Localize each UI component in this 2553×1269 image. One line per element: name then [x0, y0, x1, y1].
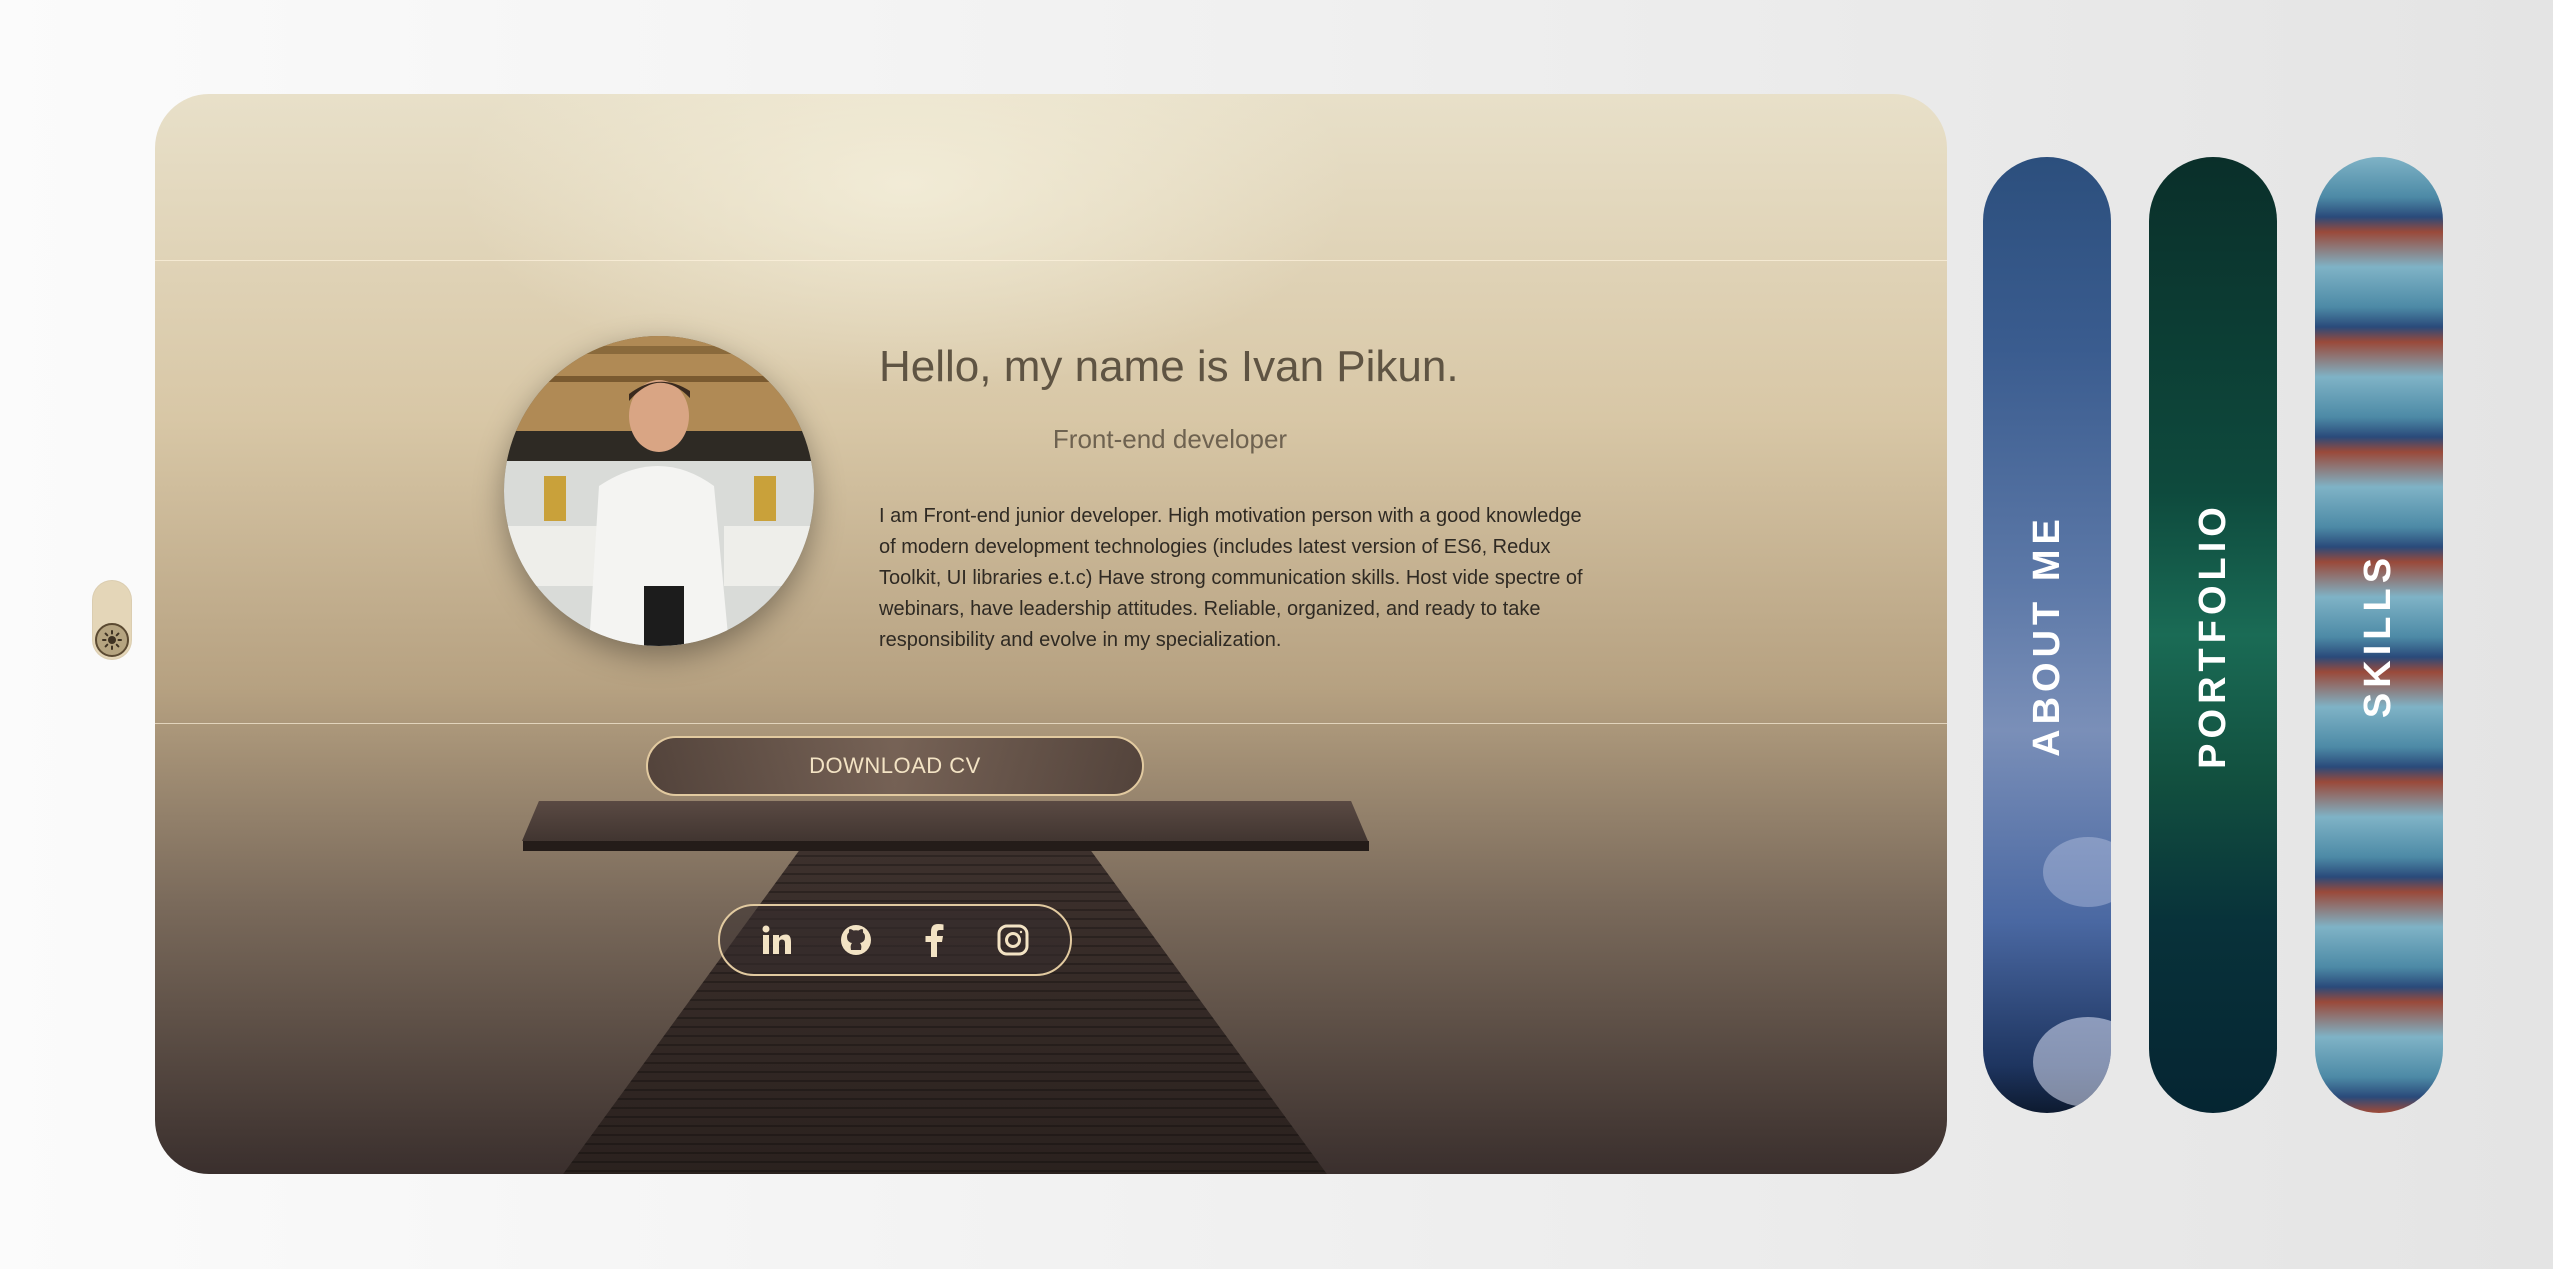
social-links — [718, 904, 1072, 976]
sun-icon[interactable] — [95, 623, 129, 657]
profile-name: Hello, my name is Ivan Pikun. — [879, 342, 1459, 391]
nav-label-skills: SKILLS — [2357, 552, 2400, 718]
nav-portfolio[interactable]: PORTFOLIO — [2149, 157, 2277, 1113]
download-cv-button[interactable]: DOWNLOAD CV — [646, 736, 1144, 796]
nav-about-me[interactable]: ABOUT ME — [1983, 157, 2111, 1113]
profile-photo — [504, 336, 814, 646]
theme-toggle[interactable] — [92, 580, 132, 660]
nav-label-about-me: ABOUT ME — [2025, 513, 2068, 757]
cloud-image — [2033, 1017, 2111, 1107]
linkedin-icon[interactable] — [757, 920, 797, 960]
pier-edge-image — [523, 841, 1369, 851]
github-icon[interactable] — [836, 920, 876, 960]
instagram-icon[interactable] — [993, 920, 1033, 960]
divider-top — [155, 260, 1947, 261]
facebook-icon[interactable] — [914, 920, 954, 960]
pier-walkway-image — [558, 851, 1332, 1174]
profile-bio: I am Front-end junior developer. High mo… — [879, 505, 1583, 651]
divider-bottom — [155, 723, 1947, 724]
profile-role: Front-end developer — [1052, 424, 1288, 454]
nav-skills[interactable]: SKILLS — [2315, 157, 2443, 1113]
nav-label-portfolio: PORTFOLIO — [2191, 501, 2234, 769]
hero-card: Hello, my name is Ivan Pikun. Front-end … — [155, 94, 1947, 1174]
cloud-image — [2043, 837, 2111, 907]
